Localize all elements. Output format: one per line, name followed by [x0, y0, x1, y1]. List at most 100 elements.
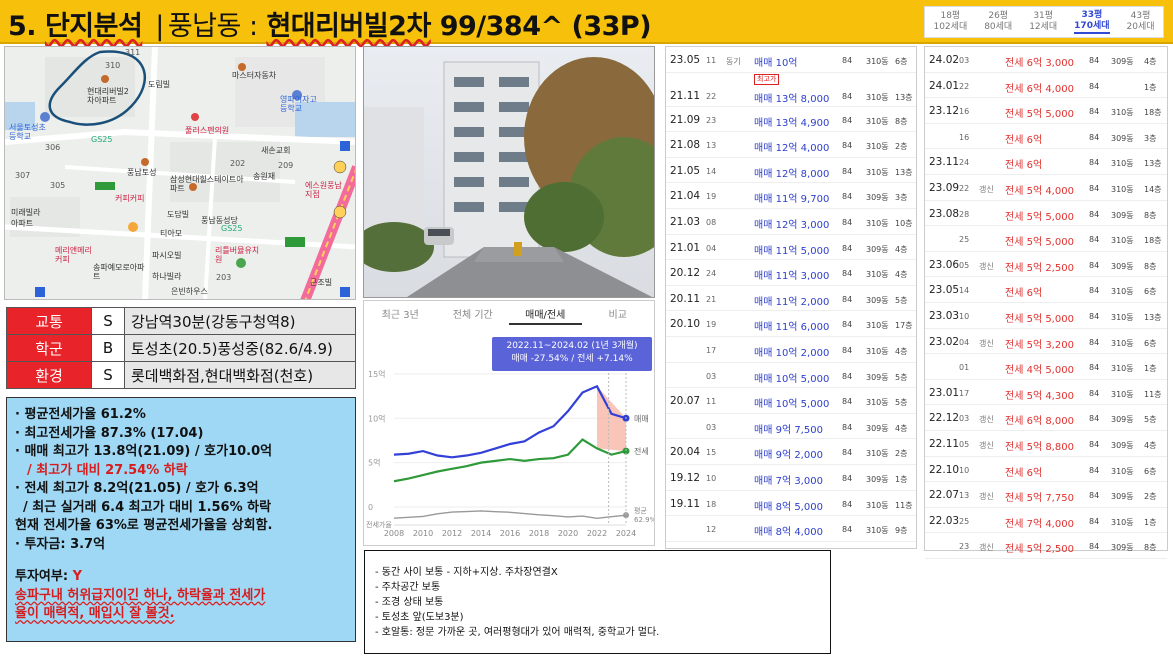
transaction-row[interactable]: 01 전세 4억 5,000 84 310동 1층: [925, 354, 1167, 380]
transaction-bldg: 310동: [1111, 338, 1134, 348]
transaction-row[interactable]: 25 전세 5억 5,000 84 310동 18층: [925, 226, 1167, 252]
transaction-area: 84: [1089, 107, 1100, 117]
transaction-row[interactable]: 23.05 14 전세 6억 84 310동 6층: [925, 277, 1167, 303]
transaction-row[interactable]: 03 매매 10억 5,000 84 309동 5층: [666, 363, 916, 389]
location-map[interactable]: 310 311 현대리버빌2차아파트 도림빌 마스터자동차 서울토성초등학교 영…: [4, 46, 356, 300]
transaction-row[interactable]: 16 전세 6억 84 309동 3층: [925, 124, 1167, 150]
series-line-1: [393, 438, 627, 483]
transaction-bldg: 310동: [1111, 466, 1134, 476]
transaction-day: 10: [706, 473, 717, 483]
transaction-floor: 18층: [1144, 108, 1162, 118]
x-tick-label: 2020: [558, 529, 578, 538]
transaction-date: 22.11: [929, 437, 960, 450]
chart-tab-sale-rent[interactable]: 매매/전세: [509, 301, 582, 325]
score-desc: 롯데백화점,현대백화점(천호): [124, 361, 356, 389]
transaction-row[interactable]: 23.02 04 갱신 전세 5억 3,200 84 310동 6층: [925, 329, 1167, 355]
transaction-row[interactable]: 03 매매 9억 7,500 84 309동 4층: [666, 414, 916, 440]
transaction-row[interactable]: 23.09 22 갱신 전세 5억 4,000 84 310동 14층: [925, 175, 1167, 201]
chart-tab-all-period[interactable]: 전체 기간: [437, 301, 510, 325]
transaction-row[interactable]: 20.11 21 매매 11억 2,000 84 309동 5층: [666, 286, 916, 312]
transaction-row[interactable]: 22.12 03 갱신 전세 6억 8,000 84 309동 5층: [925, 405, 1167, 431]
size-tab[interactable]: 31평 12세대: [1029, 11, 1057, 33]
transaction-price: 매매 8억 5,000: [754, 501, 823, 513]
transaction-price: 전세 5억 4,000: [1005, 185, 1074, 197]
transaction-row[interactable]: 23.01 17 전세 5억 4,300 84 310동 11층: [925, 380, 1167, 406]
size-tab-label: 33평: [1081, 10, 1103, 20]
transaction-flag: 갱신: [979, 440, 994, 450]
transaction-date: 23.06: [929, 258, 960, 271]
transaction-row[interactable]: 21.01 04 매매 11억 5,000 84 309동 4층: [666, 235, 916, 261]
transaction-floor: 5층: [895, 372, 908, 382]
transaction-row[interactable]: 21.11 22 매매 13억 8,000 84 310동 13층 최고가: [666, 73, 916, 107]
invest-comment: 율이 매력적, 매입시 잘 볼것.: [15, 606, 175, 621]
transaction-row[interactable]: 20.04 15 매매 9억 2,000 84 310동 2층: [666, 439, 916, 465]
transaction-day: 08: [706, 217, 717, 227]
transaction-row[interactable]: 23.05 11 동기 매매 10억 84 310동 6층: [666, 47, 916, 73]
transaction-row[interactable]: 17 매매 10억 2,000 84 310동 4층: [666, 337, 916, 363]
x-tick-label: 2018: [529, 529, 549, 538]
note-line: - 조경 상태 보통: [375, 597, 444, 608]
transaction-row[interactable]: 22.03 25 전세 7억 4,000 84 310동 1층: [925, 508, 1167, 534]
transaction-row[interactable]: 22.11 05 갱신 전세 5억 8,800 84 309동 4층: [925, 431, 1167, 457]
transaction-row[interactable]: 21.09 23 매매 13억 4,900 84 310동 8층: [666, 107, 916, 133]
transaction-row[interactable]: 22.10 10 전세 6억 84 310동 6층: [925, 457, 1167, 483]
ratio-line: [393, 510, 627, 520]
transaction-row[interactable]: 21.03 08 매매 12억 3,000 84 310동 10층: [666, 209, 916, 235]
transaction-day: 03: [959, 56, 970, 65]
y-tick-label: 0: [368, 503, 373, 512]
size-tab-households: 170세대: [1074, 21, 1110, 34]
size-tab[interactable]: 33평 170세대: [1074, 10, 1110, 34]
summary-line: · 전세 최고가 8.2억(21.05) / 호가 6.3억: [15, 481, 259, 496]
transaction-row[interactable]: 23.06 05 갱신 전세 5억 2,500 84 309동 8층: [925, 252, 1167, 278]
transaction-row[interactable]: 23.12 16 전세 5억 5,000 84 310동 18층: [925, 98, 1167, 124]
score-cat: 학군: [6, 334, 92, 362]
notes-box: - 동간 사이 보통 - 지하+지상. 주차장연결X - 주차공간 보통 - 조…: [364, 550, 831, 654]
map-label: 송원재: [253, 172, 276, 181]
transaction-area: 84: [842, 320, 853, 330]
sale-transaction-list[interactable]: 23.05 11 동기 매매 10억 84 310동 6층 21.11 22 매매 13억 8,0…: [665, 46, 917, 549]
transaction-price: 매매 11억 3,000: [754, 271, 830, 283]
transaction-area: 84: [1089, 516, 1100, 526]
transaction-day: 16: [959, 107, 970, 117]
transaction-row[interactable]: 23.11 24 전세 6억 84 310동 13층: [925, 149, 1167, 175]
transaction-price: 전세 6억 4,000: [1005, 83, 1074, 95]
transaction-floor: 8층: [1144, 261, 1157, 271]
transaction-row[interactable]: 23.08 28 전세 5억 5,000 84 309동 8층: [925, 201, 1167, 227]
size-tab[interactable]: 43평 20세대: [1127, 11, 1155, 33]
transaction-area: 84: [842, 269, 853, 279]
transaction-row[interactable]: 12 매매 8억 4,000 84 310동 9층: [666, 516, 916, 542]
transaction-row[interactable]: 20.12 24 매매 11억 3,000 84 310동 4층: [666, 260, 916, 286]
transaction-row[interactable]: 19.12 10 매매 7억 3,000 84 309동 1층: [666, 465, 916, 491]
map-label: 영파여자고등학교: [280, 95, 317, 113]
transaction-row[interactable]: 23 갱신 전세 5억 2,500 84 309동 8층: [925, 533, 1167, 559]
transaction-day: 19: [706, 192, 717, 202]
transaction-day: 13: [706, 141, 717, 151]
size-tab[interactable]: 18평 102세대: [933, 11, 967, 33]
transaction-day: 25: [959, 516, 970, 526]
transaction-price: 매매 11억 2,000: [754, 296, 830, 308]
transaction-row[interactable]: 21.05 14 매매 12억 8,000 84 310동 13층: [666, 158, 916, 184]
transaction-date: 23.02: [929, 335, 960, 348]
transaction-row[interactable]: 21.08 13 매매 12억 4,000 84 310동 2층: [666, 132, 916, 158]
transaction-floor: 4층: [1144, 440, 1157, 450]
rent-transaction-list[interactable]: 24.02 03 전세 6억 3,000 84 309동 4층 24.01 22 전세 6억 4…: [924, 46, 1168, 559]
chart-tab-compare[interactable]: 비교: [582, 301, 655, 325]
transaction-row[interactable]: 22.07 13 갱신 전세 5억 7,750 84 309동 2층: [925, 482, 1167, 508]
transaction-row[interactable]: 21.04 19 매매 11억 9,700 84 309동 3층: [666, 183, 916, 209]
transaction-day: 03: [706, 422, 717, 432]
transaction-bldg: 309동: [866, 474, 889, 484]
transaction-day: 11: [706, 56, 717, 65]
chart-tooltip: 2022.11~2024.02 (1년 3개월) 매매 -27.54% / 전세…: [492, 337, 652, 371]
transaction-day: 24: [706, 269, 717, 279]
transaction-row[interactable]: 19.11 18 매매 8억 5,000 84 310동 11층: [666, 491, 916, 517]
transaction-price: 매매 9억 7,500: [754, 424, 823, 436]
transaction-row[interactable]: 20.07 11 매매 10억 5,000 84 310동 5층: [666, 388, 916, 414]
transaction-floor: 11층: [1144, 389, 1162, 399]
size-tab[interactable]: 26평 80세대: [984, 11, 1012, 33]
transaction-row[interactable]: 24.02 03 전세 6억 3,000 84 309동 4층: [925, 47, 1167, 73]
transaction-row[interactable]: 23.03 10 전세 5억 5,000 84 310동 13층: [925, 303, 1167, 329]
transaction-row[interactable]: 20.10 19 매매 11억 6,000 84 310동 17층: [666, 311, 916, 337]
transaction-row[interactable]: 24.01 22 전세 6억 4,000 84 1층: [925, 73, 1167, 99]
transaction-flag: 갱신: [979, 543, 994, 553]
chart-tab-recent-3y[interactable]: 최근 3년: [364, 301, 437, 325]
